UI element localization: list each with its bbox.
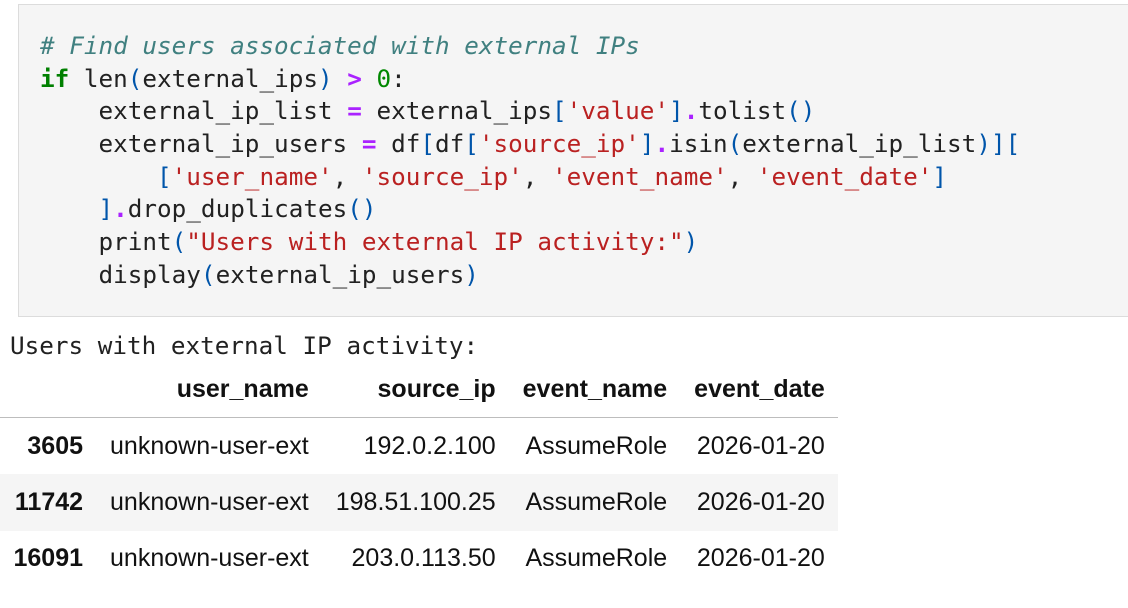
code-line: ].drop_duplicates()	[40, 193, 1020, 226]
cell-event-date: 2026-01-20	[696, 487, 825, 516]
code-token: drop_duplicates	[127, 194, 348, 224]
code-token: =	[347, 96, 362, 126]
code-token: isin	[669, 129, 728, 159]
column-header-event-name: event_name	[509, 362, 681, 418]
code-token: tolist	[698, 96, 787, 126]
cell-event-date: 2026-01-20	[696, 544, 825, 573]
code-token: ]	[98, 194, 114, 224]
code-token: ]	[669, 96, 684, 126]
code-token: ][	[990, 129, 1021, 159]
table-row: 11742 unknown-user-ext 198.51.100.25 Ass…	[0, 474, 839, 531]
table-header-row: user_name source_ip event_name event_dat…	[0, 362, 839, 418]
code-token: ]	[932, 161, 948, 191]
code-token: ,	[522, 161, 553, 191]
code-token: external_ip_users	[40, 129, 362, 159]
code-token: (	[171, 227, 187, 257]
column-header-source-ip: source_ip	[322, 362, 510, 418]
code-line: print("Users with external IP activity:"…	[40, 226, 1020, 259]
row-index: 16091	[13, 544, 84, 573]
code-token: [	[157, 161, 172, 191]
code-token: 'user_name'	[171, 161, 333, 191]
code-token: >	[347, 63, 362, 93]
cell-event-name: AssumeRole	[525, 544, 668, 573]
code-token: [	[420, 129, 435, 159]
cell-source-ip: 203.0.113.50	[351, 544, 496, 573]
cell-user-name: unknown-user-ext	[110, 431, 309, 460]
row-index: 11742	[14, 487, 84, 516]
code-token: print	[40, 227, 172, 257]
code-token: # Find users associated with external IP…	[40, 31, 640, 60]
code-token: .	[683, 96, 699, 126]
code-token: )	[683, 227, 699, 257]
code-token: .	[654, 129, 670, 159]
code-token: ]	[639, 129, 655, 159]
cell-source-ip: 198.51.100.25	[335, 487, 496, 516]
table-row: 16091 unknown-user-ext 203.0.113.50 Assu…	[0, 531, 838, 588]
code-token: )	[317, 63, 333, 93]
code-line: if len(external_ips) > 0:	[40, 63, 1020, 96]
code-token: external_ip_users	[215, 259, 465, 289]
code-token: 'event_name'	[552, 161, 728, 191]
cell-user-name: unknown-user-ext	[110, 487, 309, 516]
column-header-user-name: user_name	[96, 362, 323, 418]
cell-source-ip: 192.0.2.100	[363, 431, 496, 460]
code-line: external_ip_users = df[df['source_ip'].i…	[40, 128, 1021, 161]
code-token: ()	[786, 96, 816, 126]
code-token: ()	[347, 194, 377, 224]
code-token: (	[127, 63, 143, 93]
row-index: 3605	[27, 431, 84, 460]
code-line: external_ip_list = external_ips['value']…	[40, 95, 1020, 128]
code-token: )	[976, 129, 991, 159]
cell-event-name: AssumeRole	[525, 431, 668, 460]
code-token: "Users with external IP activity:"	[186, 227, 684, 257]
code-token: (	[200, 259, 216, 289]
dataframe-table: user_name source_ip event_name event_dat…	[0, 362, 839, 588]
code-token: :	[391, 63, 406, 93]
cell-event-date: 2026-01-20	[696, 431, 825, 460]
code-token: ,	[727, 161, 757, 191]
code-token: ,	[332, 161, 362, 191]
table-row: 3605 unknown-user-ext 192.0.2.100 Assume…	[0, 418, 838, 475]
code-token: df	[435, 129, 465, 159]
cell-event-name: AssumeRole	[525, 487, 668, 516]
code-token: 'value'	[566, 96, 670, 126]
code-line: ['user_name', 'source_ip', 'event_name',…	[40, 161, 1020, 194]
code-token: 0	[376, 63, 392, 93]
code-token: external_ips	[361, 96, 552, 126]
code-token: .	[113, 194, 128, 224]
column-header-event-date: event_date	[680, 362, 839, 418]
stdout-output: Users with external IP activity:	[10, 331, 479, 360]
code-token: df	[376, 129, 421, 159]
code-token: [	[464, 129, 479, 159]
code-editor[interactable]: # Find users associated with external IP…	[40, 30, 1020, 292]
cell-user-name: unknown-user-ext	[110, 544, 309, 573]
code-token: len	[69, 63, 128, 93]
code-token: if	[40, 63, 70, 93]
code-token: 'event_date'	[756, 161, 933, 191]
code-token: =	[361, 129, 377, 159]
code-token: (	[727, 129, 743, 159]
code-line: # Find users associated with external IP…	[40, 30, 1020, 63]
code-token: [	[552, 96, 567, 126]
code-token: external_ip_list	[40, 96, 348, 126]
code-token: 'source_ip'	[478, 129, 640, 159]
code-token: external_ips	[142, 63, 318, 93]
code-token: 'source_ip'	[361, 161, 523, 191]
code-line: display(external_ip_users)	[40, 259, 1020, 292]
code-token: )	[464, 259, 479, 289]
index-header	[0, 362, 97, 418]
code-token: display	[40, 259, 201, 289]
code-token: external_ip_list	[742, 129, 977, 159]
